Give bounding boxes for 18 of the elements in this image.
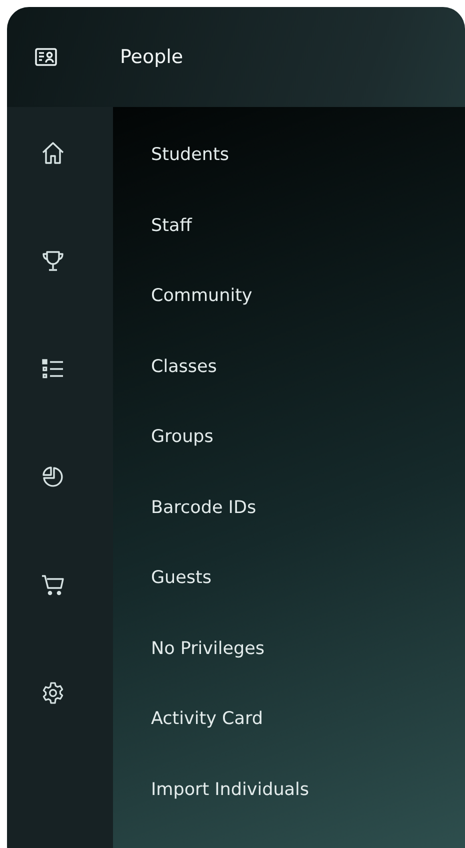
cart-icon[interactable] (41, 573, 65, 597)
menu-item[interactable]: Staff (151, 214, 192, 284)
menu-item[interactable]: Community (151, 284, 252, 354)
id-card-icon[interactable] (35, 48, 57, 66)
list-icon[interactable] (41, 357, 65, 381)
menu-item[interactable]: Classes (151, 354, 217, 425)
settings-icon[interactable] (41, 681, 65, 705)
home-icon[interactable] (41, 141, 65, 165)
menu-item[interactable]: Activity Card (151, 707, 263, 778)
menu-item[interactable]: Groups (151, 425, 214, 496)
panel-title: People (120, 46, 184, 68)
menu-item[interactable]: Import Individuals (151, 778, 309, 848)
pie-chart-icon[interactable] (41, 465, 65, 489)
menu-item[interactable]: Barcode IDs (151, 496, 256, 566)
trophy-icon[interactable] (41, 249, 65, 273)
menu-item[interactable]: Students (151, 143, 230, 214)
menu-item[interactable]: Guests (151, 566, 212, 636)
menu-item[interactable]: No Privileges (151, 636, 265, 707)
